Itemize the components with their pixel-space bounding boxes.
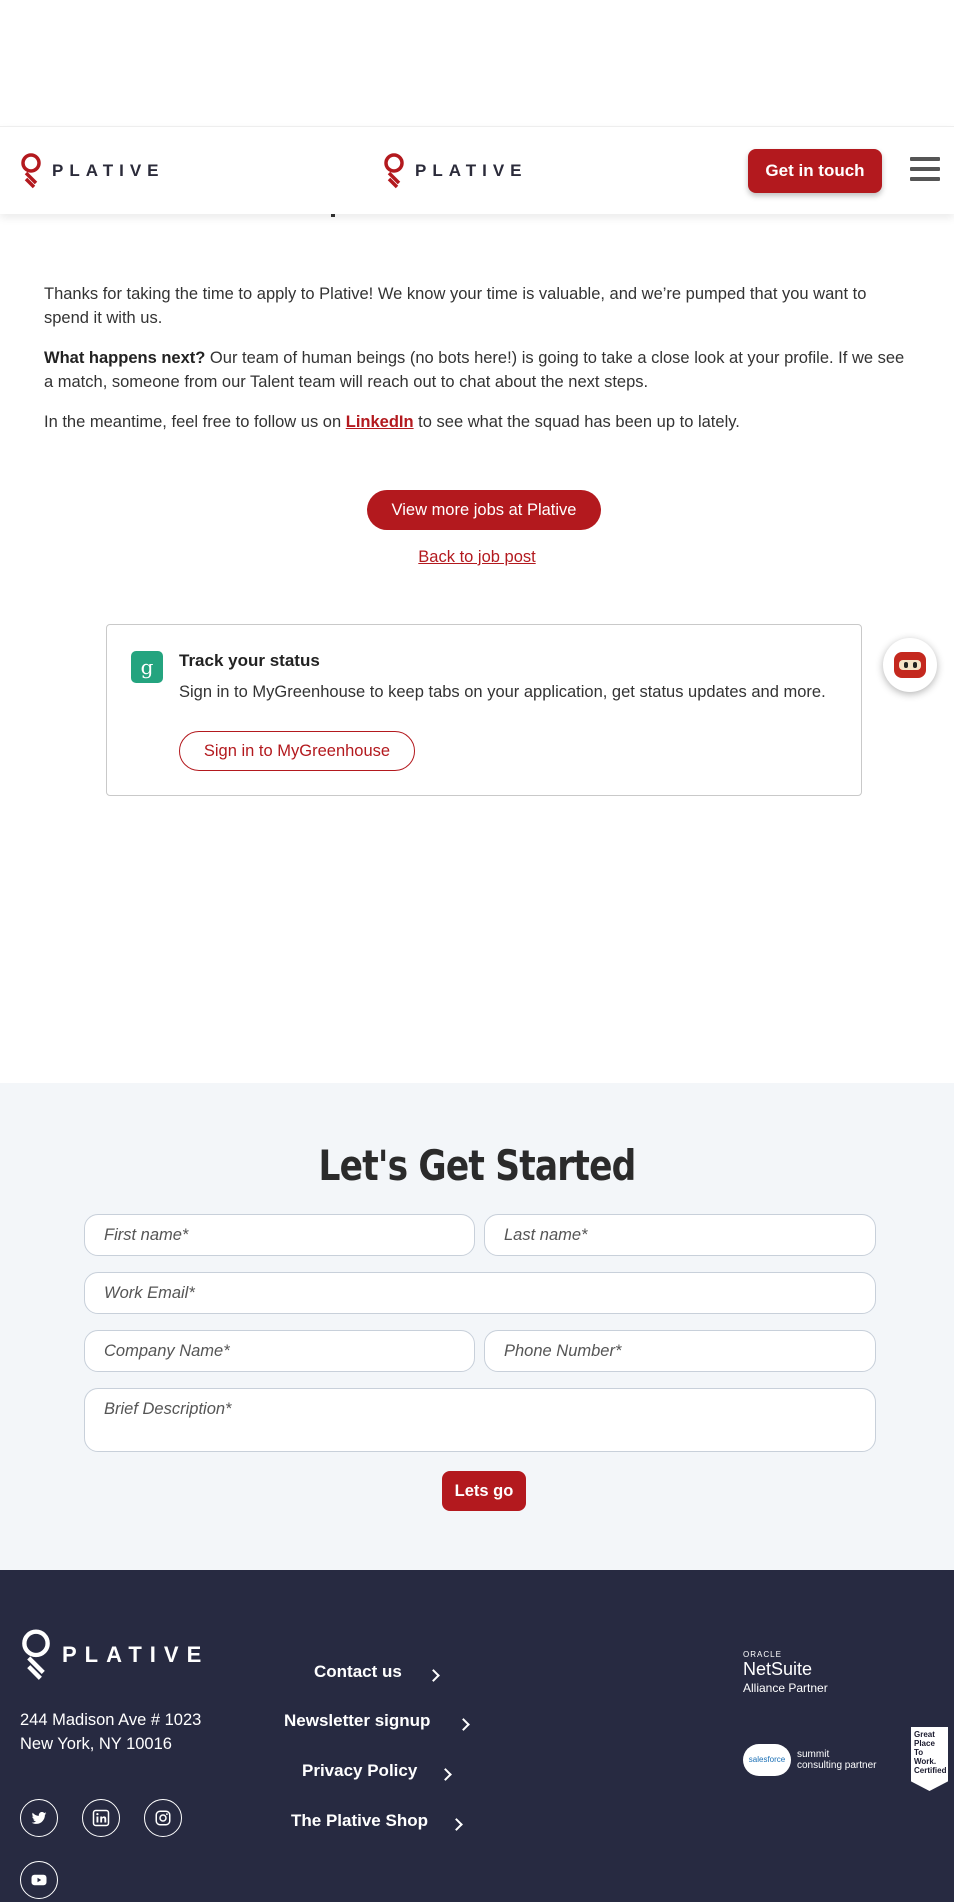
site-header: PLATIVE PLATIVE Get in touch	[0, 126, 954, 214]
netsuite-alliance-text: Alliance Partner	[743, 1681, 828, 1695]
chat-avatar-eye	[904, 662, 908, 668]
salesforce-partner-badge: salesforce summit consulting partner	[743, 1744, 877, 1776]
last-name-field[interactable]: Last name*	[484, 1214, 876, 1256]
salesforce-summit: summit	[797, 1749, 830, 1760]
chevron-right-icon	[450, 1818, 463, 1831]
next-steps-heading: What happens next?	[44, 349, 206, 367]
meantime-paragraph: In the meantime, feel free to follow us …	[44, 410, 914, 434]
footer-link-privacy-policy[interactable]: Privacy Policy	[302, 1761, 417, 1781]
view-more-jobs-button[interactable]: View more jobs at Plative	[367, 490, 601, 530]
linkedin-link[interactable]: LinkedIn	[346, 413, 414, 431]
youtube-icon[interactable]	[20, 1861, 58, 1899]
plative-logo-icon	[22, 1629, 50, 1680]
chat-avatar-eye	[913, 662, 917, 668]
contact-form-title: Let's Get Started	[318, 1141, 637, 1190]
plative-logo-center[interactable]: PLATIVE	[383, 153, 528, 189]
next-steps-paragraph: What happens next? Our team of human bei…	[44, 346, 914, 394]
intro-paragraph: Thanks for taking the time to apply to P…	[44, 285, 867, 327]
get-in-touch-button[interactable]: Get in touch	[748, 149, 882, 193]
footer-logo-wordmark: PLATIVE	[62, 1642, 210, 1667]
chat-avatar-visor	[899, 660, 921, 670]
sign-in-mygreenhouse-button[interactable]: Sign in to MyGreenhouse	[179, 731, 415, 771]
site-footer: PLATIVE 244 Madison Ave # 1023 New York,…	[0, 1570, 954, 1902]
chevron-right-icon	[439, 1768, 452, 1781]
lets-go-button[interactable]: Lets go	[442, 1471, 526, 1511]
plative-logo-icon	[384, 153, 404, 189]
twitter-icon[interactable]	[20, 1799, 58, 1837]
greenhouse-icon: g	[131, 651, 163, 683]
footer-link-plative-shop[interactable]: The Plative Shop	[291, 1811, 428, 1831]
footer-link-newsletter[interactable]: Newsletter signup	[284, 1711, 430, 1731]
address-line-1: 244 Madison Ave # 1023	[20, 1711, 202, 1729]
chat-widget-icon[interactable]	[883, 638, 937, 692]
track-status-title: Track your status	[179, 651, 320, 670]
track-status-description: Sign in to MyGreenhouse to keep tabs on …	[179, 683, 826, 701]
hamburger-icon[interactable]	[910, 157, 940, 183]
footer-logo[interactable]: PLATIVE	[20, 1626, 209, 1684]
track-status-card: g Track your status Sign in to MyGreenho…	[106, 624, 862, 796]
back-to-job-post-link[interactable]: Back to job post	[0, 548, 954, 567]
linkedin-icon[interactable]	[82, 1799, 120, 1837]
great-place-to-work-badge: Great Place To Work. Certified	[911, 1727, 948, 1791]
logo-wordmark: PLATIVE	[415, 161, 528, 180]
contact-form-section: Let's Get Started First name* Last name*…	[0, 1083, 954, 1570]
address-line-2: New York, NY 10016	[20, 1735, 172, 1753]
confirmation-message: Thanks for taking the time to apply to P…	[44, 282, 914, 450]
salesforce-consulting: consulting partner	[797, 1760, 877, 1771]
footer-address: 244 Madison Ave # 1023 New York, NY 1001…	[20, 1708, 201, 1756]
work-email-field[interactable]: Work Email*	[84, 1272, 876, 1314]
instagram-icon[interactable]	[144, 1799, 182, 1837]
salesforce-cloud-icon: salesforce	[743, 1744, 791, 1776]
brief-description-field[interactable]: Brief Description*	[84, 1388, 876, 1452]
page: PLATIVE PLATIVE Get in touch Thanks for …	[0, 0, 954, 1902]
netsuite-partner-badge: ORACLE NetSuite Alliance Partner	[743, 1650, 828, 1695]
plative-logo-left[interactable]: PLATIVE	[20, 153, 165, 189]
meantime-prefix: In the meantime, feel free to follow us …	[44, 413, 346, 431]
logo-wordmark: PLATIVE	[52, 161, 165, 180]
netsuite-name: NetSuite	[743, 1659, 813, 1679]
salesforce-partner-text: summit consulting partner	[797, 1749, 877, 1771]
plative-logo-icon	[21, 153, 41, 189]
chevron-right-icon	[457, 1718, 470, 1731]
chevron-right-icon	[427, 1669, 440, 1682]
first-name-field[interactable]: First name*	[84, 1214, 475, 1256]
netsuite-oracle-text: ORACLE	[743, 1650, 782, 1659]
company-name-field[interactable]: Company Name*	[84, 1330, 475, 1372]
footer-link-contact-us[interactable]: Contact us	[314, 1662, 402, 1682]
phone-number-field[interactable]: Phone Number*	[484, 1330, 876, 1372]
meantime-suffix: to see what the squad has been up to lat…	[413, 413, 740, 431]
